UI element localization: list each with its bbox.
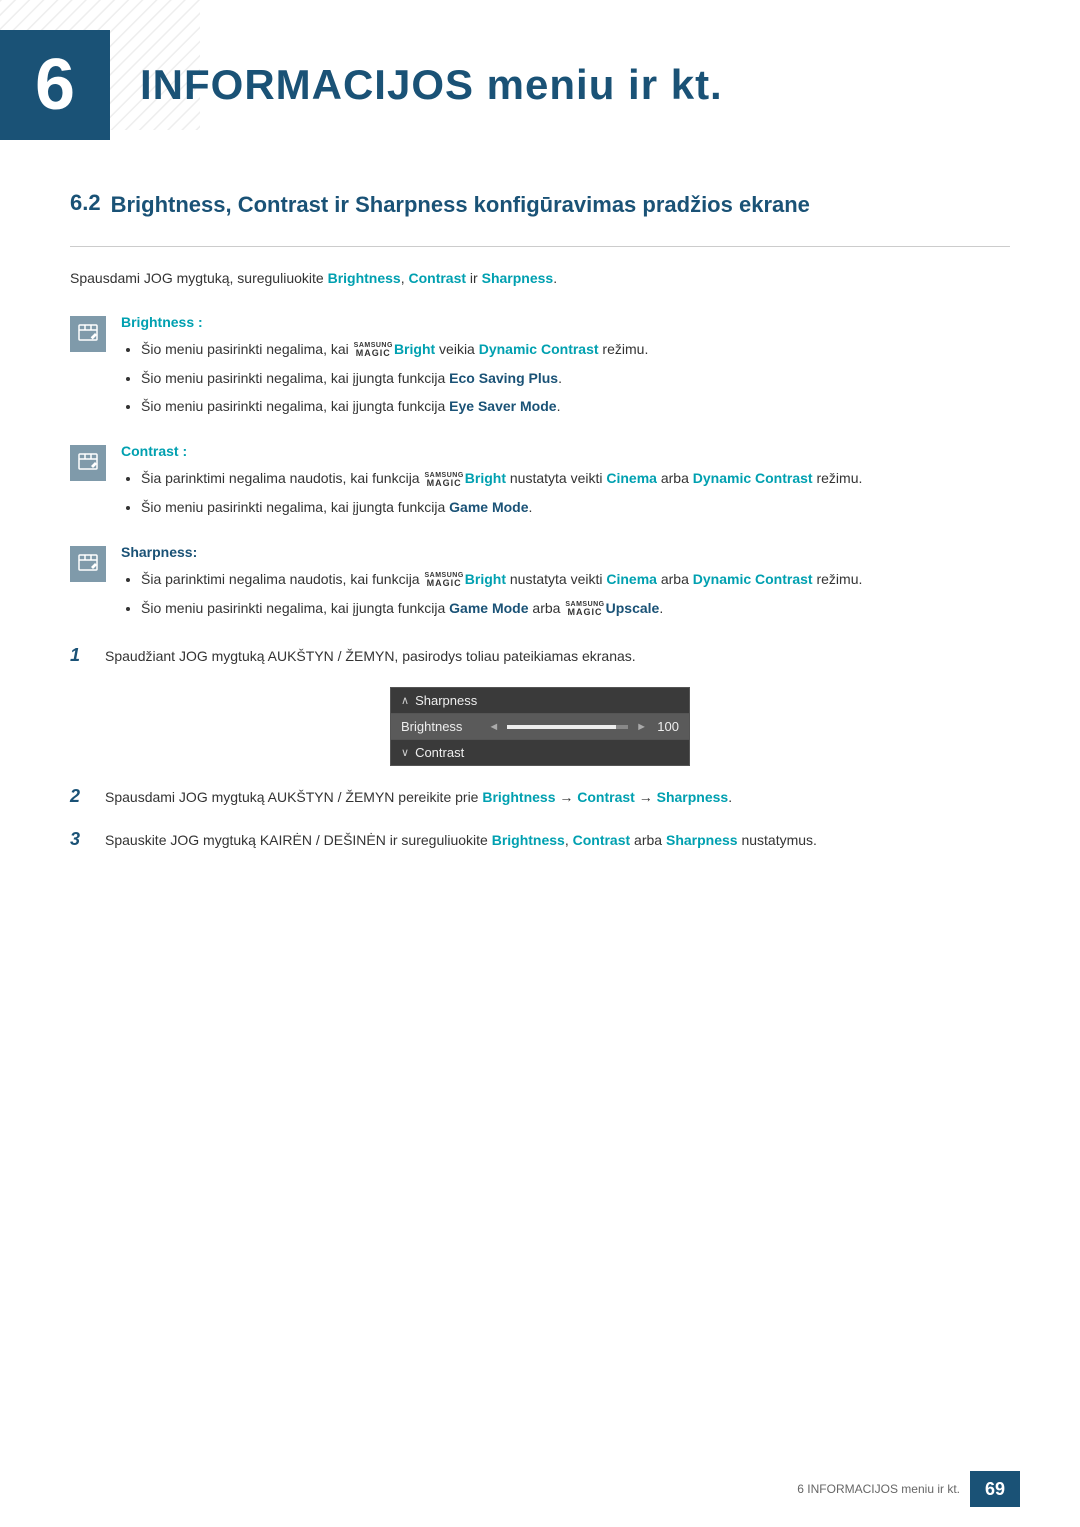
brightness-bullet-3: Šio meniu pasirinkti negalima, kai įjung… (141, 395, 1010, 417)
brightness-bullet-2: Šio meniu pasirinkti negalima, kai įjung… (141, 367, 1010, 389)
ui-contrast-label: Contrast (415, 745, 679, 760)
step-3-sep1: , (565, 832, 573, 848)
step-3: 3 Spauskite JOG mygtuką KAIRĖN / DEŠINĖN… (70, 829, 1010, 851)
step-2-brightness: Brightness (482, 789, 555, 805)
page-number: 69 (970, 1471, 1020, 1507)
ui-screenshot-box: ∧ Sharpness Brightness ◄ ► 100 ∨ Contras… (390, 687, 690, 766)
bright-bold-2: Bright (465, 470, 506, 486)
note-icon-brightness (70, 316, 106, 352)
note-brightness: Brightness : Šio meniu pasirinkti negali… (70, 314, 1010, 423)
step-3-pre: Spauskite JOG mygtuką KAIRĖN / DEŠINĖN i… (105, 832, 492, 848)
step-3-content: Spauskite JOG mygtuką KAIRĖN / DEŠINĖN i… (105, 829, 1010, 851)
note-icon-contrast (70, 445, 106, 481)
brightness-bullet-1: Šio meniu pasirinkti negalima, kai SAMSU… (141, 338, 1010, 360)
arrow-left-icon: ◄ (488, 721, 499, 733)
upscale: Upscale (606, 600, 660, 616)
cinema-1: Cinema (606, 470, 657, 486)
chapter-title: INFORMACIJOS meniu ir kt. (140, 61, 723, 109)
step-2-pre: Spausdami JOG mygtuką AUKŠTYN / ŽEMYN pe… (105, 789, 482, 805)
step-1: 1 Spaudžiant JOG mygtuką AUKŠTYN / ŽEMYN… (70, 645, 1010, 667)
sharpness-bullets: Šia parinktimi negalima naudotis, kai fu… (121, 568, 1010, 619)
game-mode-2: Game Mode (449, 600, 528, 616)
section-heading: 6.2 Brightness, Contrast ir Sharpness ko… (70, 190, 1010, 221)
ui-row-sharpness: ∧ Sharpness (391, 688, 689, 714)
cinema-2: Cinema (606, 571, 657, 587)
chapter-number: 6 (35, 44, 75, 126)
intro-sep2: ir (466, 270, 482, 286)
note-sharpness-label: Sharpness: (121, 544, 1010, 560)
samsung-magic-2: SAMSUNGMAGIC (424, 472, 463, 488)
step-2-sep1: → (555, 789, 577, 805)
note-sharpness-content: Sharpness: Šia parinktimi negalima naudo… (121, 544, 1010, 625)
step-2-sharpness: Sharpness (657, 789, 729, 805)
page: 6 INFORMACIJOS meniu ir kt. 6.2 Brightne… (0, 0, 1080, 1527)
intro-sharpness: Sharpness (482, 270, 554, 286)
step-3-brightness: Brightness (492, 832, 565, 848)
step-1-text: Spaudžiant JOG mygtuką AUKŠTYN / ŽEMYN, … (105, 648, 636, 664)
bright-bold-1: Bright (394, 341, 435, 357)
note-icon-sharpness (70, 546, 106, 582)
eye-saver: Eye Saver Mode (449, 398, 556, 414)
step-3-sharpness: Sharpness (666, 832, 738, 848)
contrast-bullets: Šia parinktimi negalima naudotis, kai fu… (121, 467, 1010, 518)
step-2-post: . (728, 789, 732, 805)
step-2: 2 Spausdami JOG mygtuką AUKŠTYN / ŽEMYN … (70, 786, 1010, 808)
samsung-magic-3: SAMSUNGMAGIC (424, 572, 463, 588)
page-footer: 6 INFORMACIJOS meniu ir kt. 69 (0, 1471, 1080, 1507)
chapter-number-box: 6 (0, 30, 110, 140)
divider (70, 246, 1010, 247)
brightness-bullets: Šio meniu pasirinkti negalima, kai SAMSU… (121, 338, 1010, 417)
intro-text-pre: Spausdami JOG mygtuką, sureguliuokite (70, 270, 328, 286)
step-3-contrast: Contrast (573, 832, 631, 848)
step-2-number: 2 (70, 786, 105, 807)
ui-row-brightness: Brightness ◄ ► 100 (391, 714, 689, 740)
section-title: Brightness, Contrast ir Sharpness konfig… (111, 190, 810, 221)
note-sharpness: Sharpness: Šia parinktimi negalima naudo… (70, 544, 1010, 625)
arrow-right-icon: ► (636, 721, 647, 733)
step-3-post2: nustatymus. (738, 832, 817, 848)
ui-sharpness-label: Sharpness (415, 693, 679, 708)
step-2-sep2: → (635, 789, 657, 805)
dynamic-contrast-2: Dynamic Contrast (693, 470, 813, 486)
samsung-magic-4: SAMSUNGMAGIC (565, 601, 604, 617)
note-contrast-content: Contrast : Šia parinktimi negalima naudo… (121, 443, 1010, 524)
step-1-content: Spaudžiant JOG mygtuką AUKŠTYN / ŽEMYN, … (105, 645, 1010, 667)
intro-brightness: Brightness (328, 270, 401, 286)
note-contrast-label: Contrast : (121, 443, 1010, 459)
contrast-bullet-1: Šia parinktimi negalima naudotis, kai fu… (141, 467, 1010, 489)
intro-contrast: Contrast (408, 270, 466, 286)
step-1-number: 1 (70, 645, 105, 666)
chapter-header: 6 INFORMACIJOS meniu ir kt. (0, 0, 1080, 160)
intro-paragraph: Spausdami JOG mygtuką, sureguliuokite Br… (70, 267, 1010, 289)
note-brightness-content: Brightness : Šio meniu pasirinkti negali… (121, 314, 1010, 423)
brightness-value: 100 (655, 719, 679, 734)
note-brightness-label: Brightness : (121, 314, 1010, 330)
slider-area: ◄ ► (488, 721, 647, 733)
slider-fill (507, 725, 616, 729)
bright-bold-3: Bright (465, 571, 506, 587)
dynamic-contrast-1: Dynamic Contrast (479, 341, 599, 357)
step-2-contrast: Contrast (577, 789, 635, 805)
arrow-down-icon: ∨ (401, 746, 409, 759)
arrow-up-icon: ∧ (401, 694, 409, 707)
step-2-content: Spausdami JOG mygtuką AUKŠTYN / ŽEMYN pe… (105, 786, 1010, 808)
section-number: 6.2 (70, 190, 101, 216)
step-3-number: 3 (70, 829, 105, 850)
samsung-magic-1: SAMSUNGMAGIC (354, 342, 393, 358)
game-mode-1: Game Mode (449, 499, 528, 515)
slider-bar (507, 725, 628, 729)
ui-row-contrast: ∨ Contrast (391, 740, 689, 765)
ui-brightness-label: Brightness (401, 719, 480, 734)
sharpness-bullet-2: Šio meniu pasirinkti negalima, kai įjung… (141, 597, 1010, 619)
footer-text: 6 INFORMACIJOS meniu ir kt. (797, 1482, 960, 1496)
contrast-bullet-2: Šio meniu pasirinkti negalima, kai įjung… (141, 496, 1010, 518)
sharpness-bullet-1: Šia parinktimi negalima naudotis, kai fu… (141, 568, 1010, 590)
eco-saving: Eco Saving Plus (449, 370, 558, 386)
intro-end: . (553, 270, 557, 286)
note-contrast: Contrast : Šia parinktimi negalima naudo… (70, 443, 1010, 524)
step-3-post1: arba (630, 832, 666, 848)
dynamic-contrast-3: Dynamic Contrast (693, 571, 813, 587)
content-area: 6.2 Brightness, Contrast ir Sharpness ko… (0, 170, 1080, 931)
